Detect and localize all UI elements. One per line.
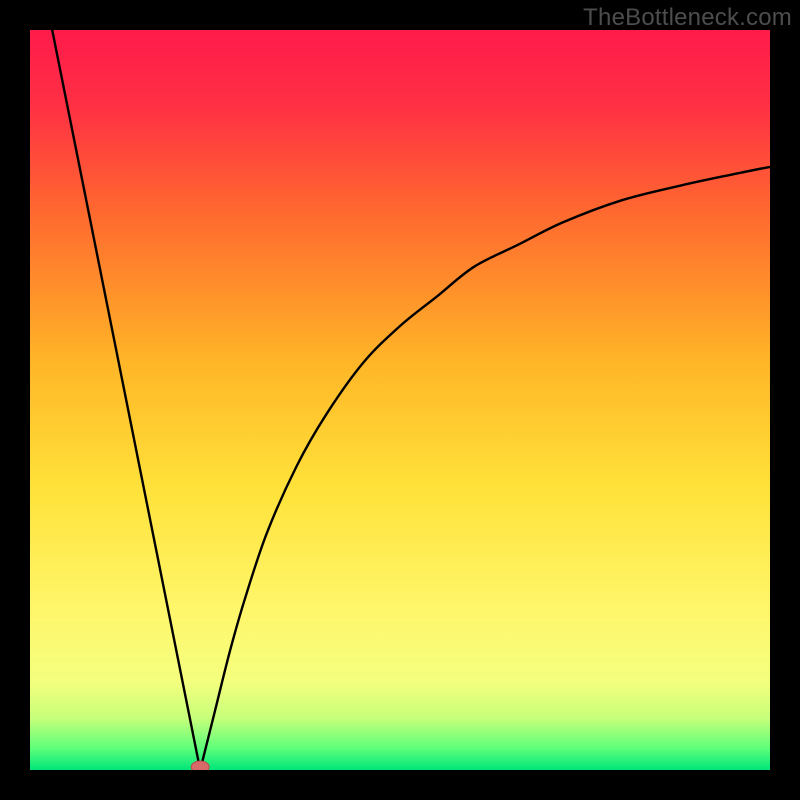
chart-frame: TheBottleneck.com: [0, 0, 800, 800]
minimum-marker: [191, 761, 209, 770]
gradient-background: [30, 30, 770, 770]
watermark-text: TheBottleneck.com: [583, 4, 792, 32]
bottleneck-chart: [30, 30, 770, 770]
